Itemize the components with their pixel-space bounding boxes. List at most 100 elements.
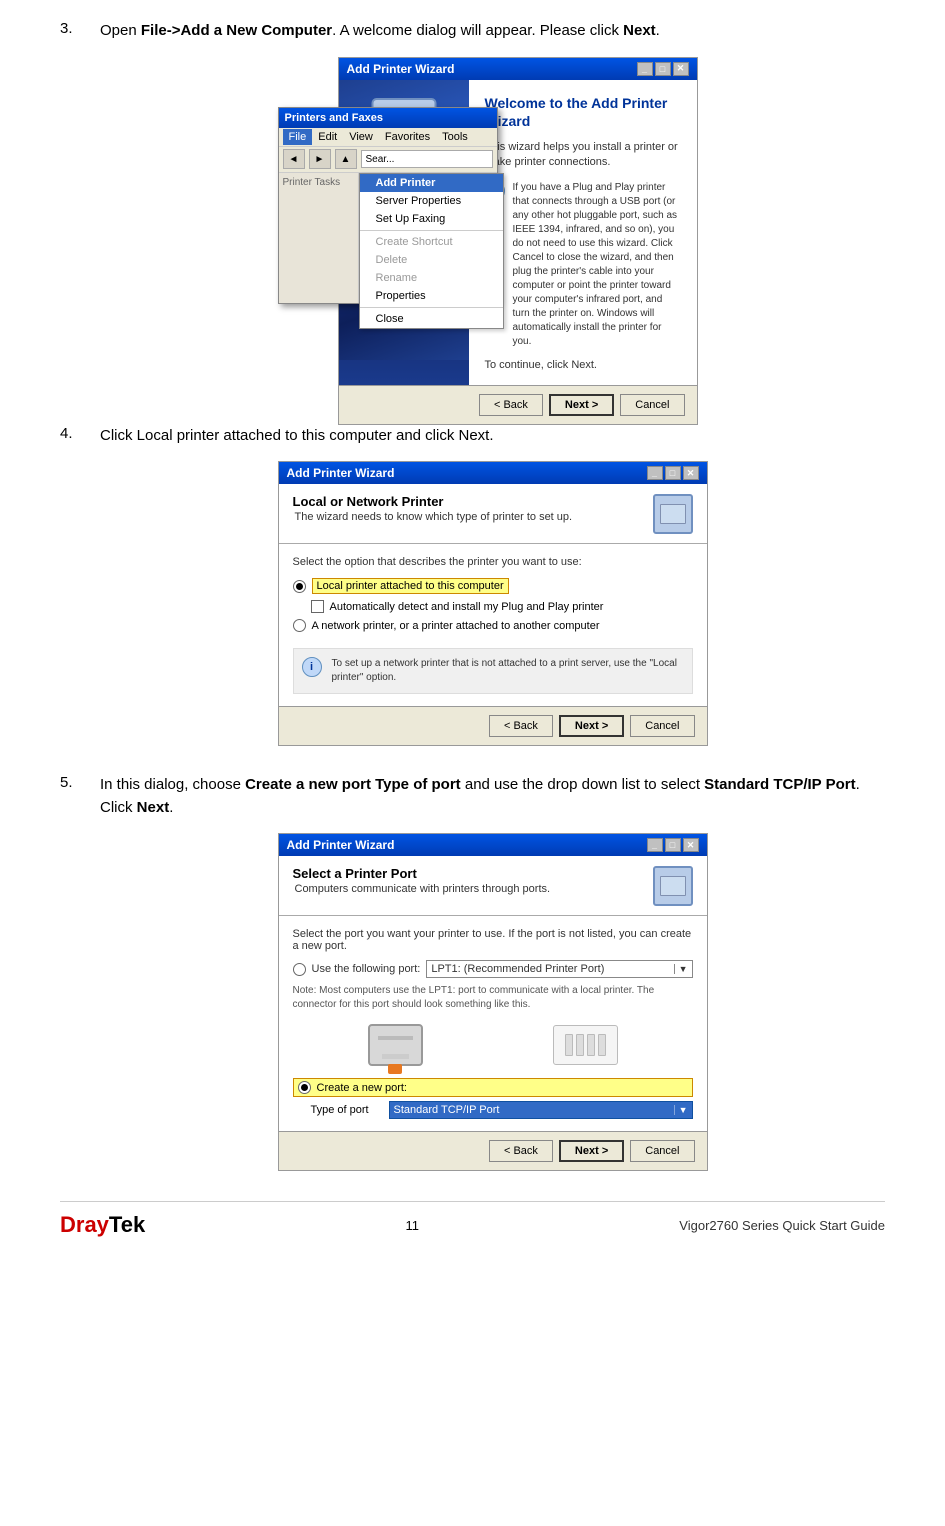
next-button-step4[interactable]: Next > — [559, 715, 624, 737]
tools-menu[interactable]: Tools — [436, 129, 474, 145]
plug-play-checkbox[interactable] — [311, 600, 324, 613]
favorites-menu[interactable]: Favorites — [379, 129, 436, 145]
wizard-titlebar-step3: Add Printer Wizard _ □ ✕ — [339, 58, 697, 80]
printer-with-cable — [368, 1024, 423, 1066]
edit-menu[interactable]: Edit — [312, 129, 343, 145]
create-shortcut-item[interactable]: Create Shortcut — [360, 233, 503, 251]
page-footer: DrayTek 11 Vigor2760 Series Quick Start … — [60, 1201, 885, 1238]
next-button-step3[interactable]: Next > — [549, 394, 614, 416]
port-sub: Computers communicate with printers thro… — [293, 883, 551, 895]
delete-item[interactable]: Delete — [360, 251, 503, 269]
create-port-section: Create a new port: Type of port Standard… — [293, 1078, 693, 1119]
port-images-row — [303, 1024, 683, 1066]
toolbar-forward-icon[interactable]: ► — [309, 149, 331, 169]
toolbar-back-icon[interactable]: ◄ — [283, 149, 305, 169]
wizard-footer-step3: < Back Next > Cancel — [339, 385, 697, 424]
plug-play-label: Automatically detect and install my Plug… — [330, 601, 604, 613]
use-port-label: Use the following port: — [312, 963, 421, 975]
rename-item[interactable]: Rename — [360, 269, 503, 287]
separator-1 — [360, 230, 503, 231]
dialog-header-text-4: Local or Network Printer The wizard need… — [293, 494, 573, 537]
wizard-footer-step4: < Back Next > Cancel — [279, 706, 707, 745]
step-number-5: 5. — [60, 774, 84, 1171]
minimize-btn-4[interactable]: _ — [647, 466, 663, 480]
cancel-button-step5[interactable]: Cancel — [630, 1140, 694, 1162]
port-type-dropdown[interactable]: Standard TCP/IP Port ▼ — [389, 1101, 693, 1119]
server-props-item[interactable]: Server Properties — [360, 192, 503, 210]
radio-local-label: Local printer attached to this computer — [312, 578, 509, 594]
brand-logo: DrayTek — [60, 1212, 145, 1238]
close-btn-5[interactable]: ✕ — [683, 838, 699, 852]
create-port-radio[interactable] — [298, 1081, 311, 1094]
minimize-btn-5[interactable]: _ — [647, 838, 663, 852]
maximize-btn-4[interactable]: □ — [665, 466, 681, 480]
cancel-button-step4[interactable]: Cancel — [630, 715, 694, 737]
minimize-btn[interactable]: _ — [637, 62, 653, 76]
step-4-content: Click Local printer attached to this com… — [100, 425, 885, 747]
port-dropdown[interactable]: LPT1: (Recommended Printer Port) ▼ — [426, 960, 692, 978]
setup-faxing-item[interactable]: Set Up Faxing — [360, 210, 503, 228]
properties-item[interactable]: Properties — [360, 287, 503, 305]
main-area: Add Printer Server Properties Set Up Fax… — [359, 173, 497, 303]
cable-connector — [388, 1064, 402, 1074]
page-number: 11 — [406, 1218, 420, 1233]
back-button-step5[interactable]: < Back — [489, 1140, 553, 1162]
search-bar: Sear... — [361, 150, 493, 168]
menu-bar: File Edit View Favorites Tools — [279, 128, 497, 147]
dialog-header-5: Select a Printer Port Computers communic… — [279, 856, 707, 916]
router-image-container — [553, 1025, 618, 1065]
add-printer-item[interactable]: Add Printer — [360, 174, 503, 192]
close-btn[interactable]: ✕ — [673, 62, 689, 76]
step-3-text: Open File->Add a New Computer. A welcome… — [100, 20, 885, 43]
toolbar-up-icon[interactable]: ▲ — [335, 149, 357, 169]
close-btn-4[interactable]: ✕ — [683, 466, 699, 480]
titlebar-controls: _ □ ✕ — [637, 62, 689, 76]
port-type-arrow: ▼ — [674, 1105, 688, 1115]
wizard-desc: This wizard helps you install a printer … — [485, 140, 681, 171]
type-label: Type of port — [311, 1104, 381, 1116]
back-button-step4[interactable]: < Back — [489, 715, 553, 737]
dialog-body-4: Select the option that describes the pri… — [279, 544, 707, 706]
port-select-desc: Select the port you want your printer to… — [293, 928, 693, 952]
left-nav: Printer Tasks — [279, 173, 359, 303]
printers-faxes-window: Printers and Faxes File Edit View Favori… — [278, 107, 498, 304]
radio-local-circle[interactable] — [293, 580, 306, 593]
wizard-dialog-step4: Add Printer Wizard _ □ ✕ Local or Networ… — [278, 461, 708, 746]
info-section-4: i To set up a network printer that is no… — [293, 648, 693, 694]
close-item[interactable]: Close — [360, 310, 503, 328]
wizard-titlebar-step5: Add Printer Wizard _ □ ✕ — [279, 834, 707, 856]
cancel-button-step3[interactable]: Cancel — [620, 394, 684, 416]
separator-2 — [360, 307, 503, 308]
brand-tek: Tek — [109, 1212, 145, 1237]
port-type-value: Standard TCP/IP Port — [394, 1104, 500, 1116]
info-box: i If you have a Plug and Play printer th… — [485, 181, 681, 349]
info-text-4: To set up a network printer that is not … — [332, 657, 684, 685]
file-menu[interactable]: File — [283, 129, 313, 145]
radio-option-local[interactable]: Local printer attached to this computer — [293, 578, 693, 594]
titlebar-controls-5: _ □ ✕ — [647, 838, 699, 852]
radio-option-network[interactable]: A network printer, or a printer attached… — [293, 619, 693, 632]
printer-image — [368, 1024, 423, 1066]
dialog-body-5: Select the port you want your printer to… — [279, 916, 707, 1131]
type-of-port-row: Type of port Standard TCP/IP Port ▼ — [311, 1101, 693, 1119]
maximize-btn[interactable]: □ — [655, 62, 671, 76]
create-port-label: Create a new port: — [317, 1082, 408, 1094]
radio-network-circle[interactable] — [293, 619, 306, 632]
view-menu[interactable]: View — [343, 129, 379, 145]
back-button-step3[interactable]: < Back — [479, 394, 543, 416]
step-5: 5. In this dialog, choose Create a new p… — [60, 774, 885, 1171]
create-port-row-highlight[interactable]: Create a new port: — [293, 1078, 693, 1097]
checkbox-option[interactable]: Automatically detect and install my Plug… — [311, 600, 693, 613]
wizard-footer-step5: < Back Next > Cancel — [279, 1131, 707, 1170]
printer-icon-header-5 — [653, 866, 693, 906]
step-5-text: In this dialog, choose Create a new port… — [100, 774, 885, 819]
use-port-radio[interactable] — [293, 963, 306, 976]
wizard-titlebar-step4: Add Printer Wizard _ □ ✕ — [279, 462, 707, 484]
next-button-step5[interactable]: Next > — [559, 1140, 624, 1162]
product-name: Vigor2760 Series Quick Start Guide — [679, 1218, 885, 1233]
brand-dray: Dray — [60, 1212, 109, 1237]
maximize-btn-5[interactable]: □ — [665, 838, 681, 852]
select-label-4: Select the option that describes the pri… — [293, 556, 693, 568]
port-note: Note: Most computers use the LPT1: port … — [293, 984, 693, 1012]
radio-network-label: A network printer, or a printer attached… — [312, 620, 600, 632]
